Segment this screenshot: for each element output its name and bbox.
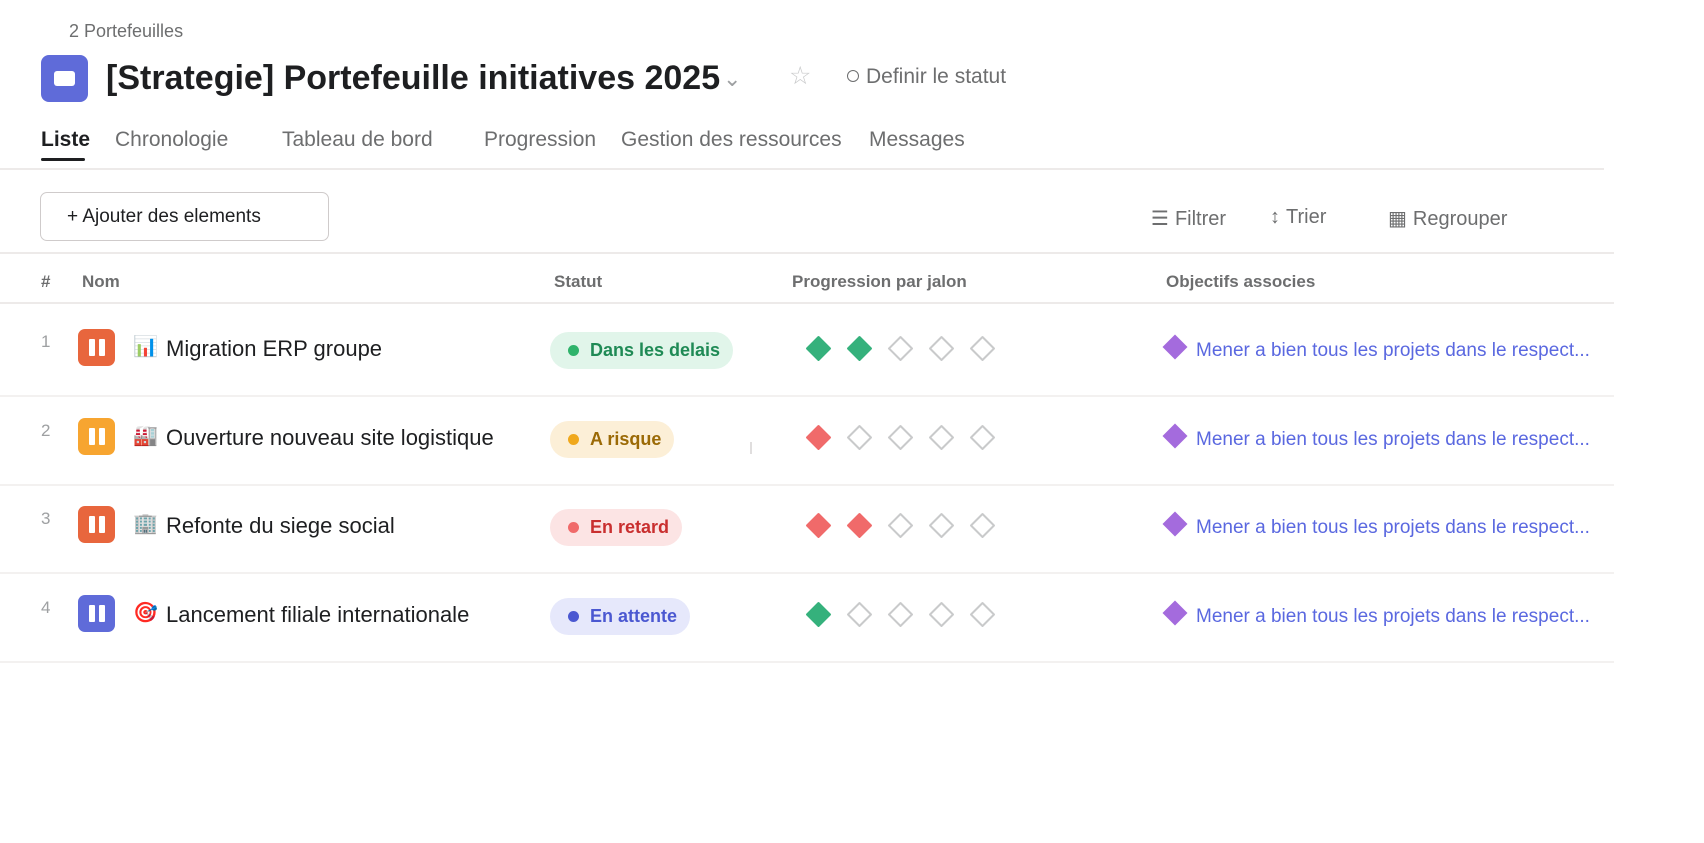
milestone-pending-icon: [970, 602, 995, 627]
goal-diamond-icon: [1162, 600, 1188, 626]
divider: [750, 442, 752, 454]
sort-icon: ↕: [1270, 206, 1280, 228]
status-label: En retard: [590, 517, 670, 537]
status-badge[interactable]: En attente: [550, 598, 691, 635]
column-header-number: #: [41, 272, 51, 291]
project-name[interactable]: Lancement filiale internationale: [166, 602, 469, 628]
breadcrumb[interactable]: 2 Portefeuilles: [69, 21, 183, 42]
row-number: 3: [41, 509, 51, 528]
chevron-down-icon[interactable]: ⌄: [723, 66, 741, 92]
row-number: 1: [41, 332, 51, 351]
pause-icon: [78, 595, 115, 632]
pause-icon: [78, 506, 115, 543]
milestone-pending-icon: [888, 425, 913, 450]
column-header-milestone-progress[interactable]: Progression par jalon: [792, 272, 967, 292]
sort-button[interactable]: ↕ Trier: [1270, 206, 1326, 229]
project-name[interactable]: Refonte du siege social: [166, 513, 395, 539]
set-status-label: Definir le statut: [866, 65, 1007, 88]
filter-label: Filtrer: [1174, 208, 1227, 230]
page-title[interactable]: [Strategie] Portefeuille initiatives 202…: [106, 59, 720, 98]
milestone-pending-icon: [847, 425, 872, 450]
milestone-pending-icon: [847, 602, 872, 627]
table-row[interactable]: 1 📊 Migration ERP groupe Dans les delais Men…: [0, 309, 1614, 397]
milestone-pending-icon: [929, 513, 954, 538]
group-icon: ▦: [1388, 208, 1407, 230]
status-badge[interactable]: A risque: [550, 421, 675, 458]
project-emoji-icon: 🏢: [133, 511, 158, 535]
table-row[interactable]: 2 🏭 Ouverture nouveau site logistique A ris…: [0, 398, 1614, 486]
group-label: Regrouper: [1412, 208, 1508, 230]
table-row[interactable]: 4 🎯 Lancement filiale internationale En att…: [0, 575, 1614, 663]
tab-gestion-des-ressources[interactable]: Gestion des ressources: [621, 128, 842, 152]
milestone-pending-icon: [929, 336, 954, 361]
status-dot-icon: [568, 611, 579, 622]
group-button[interactable]: ▦ Regrouper: [1388, 206, 1507, 231]
goal-diamond-icon: [1162, 423, 1188, 449]
table-row[interactable]: 3 🏢 Refonte du siege social En retard Mener …: [0, 486, 1614, 574]
goal-link[interactable]: Mener a bien tous les projets dans le re…: [1196, 517, 1590, 539]
column-header-name[interactable]: Nom: [82, 272, 120, 292]
milestone-pending-icon: [888, 336, 913, 361]
goal-link[interactable]: Mener a bien tous les projets dans le re…: [1196, 606, 1590, 628]
milestone-done-icon: [806, 602, 831, 627]
milestone-done-icon: [847, 336, 872, 361]
milestone-pending-icon: [929, 425, 954, 450]
milestone-done-icon: [806, 425, 831, 450]
status-dot-icon: [568, 434, 579, 445]
sort-label: Trier: [1286, 206, 1327, 228]
milestone-pending-icon: [929, 602, 954, 627]
header-divider: [0, 302, 1614, 304]
status-label: Dans les delais: [590, 340, 721, 360]
tab-liste[interactable]: Liste: [41, 128, 90, 152]
tab-bar: Liste Chronologie Tableau de bord Progre…: [0, 124, 1604, 170]
project-name[interactable]: Migration ERP groupe: [166, 336, 382, 362]
goal-link[interactable]: Mener a bien tous les projets dans le re…: [1196, 340, 1590, 362]
milestone-pending-icon: [888, 602, 913, 627]
tab-tableau-de-bord[interactable]: Tableau de bord: [282, 128, 433, 152]
milestone-done-icon: [806, 513, 831, 538]
status-badge[interactable]: Dans les delais: [550, 332, 734, 369]
title-row: [Strategie] Portefeuille initiatives 202…: [41, 54, 720, 102]
milestone-done-icon: [806, 336, 831, 361]
circle-icon: [847, 70, 859, 82]
goal-link[interactable]: Mener a bien tous les projets dans le re…: [1196, 429, 1590, 451]
tab-progression[interactable]: Progression: [484, 128, 596, 152]
project-emoji-icon: 📊: [133, 334, 158, 358]
row-number: 4: [41, 598, 51, 617]
status-badge[interactable]: En retard: [550, 509, 683, 546]
pause-icon: [78, 329, 115, 366]
status-dot-icon: [568, 345, 579, 356]
row-number: 2: [41, 421, 51, 440]
filter-icon: ☰: [1151, 208, 1169, 230]
milestone-pending-icon: [970, 425, 995, 450]
column-header-status[interactable]: Statut: [554, 272, 602, 292]
tab-messages[interactable]: Messages: [869, 128, 965, 152]
toolbar: + Ajouter des elements ☰ Filtrer ↕ Trier ▦…: [0, 170, 1614, 254]
status-label: En attente: [590, 606, 678, 626]
column-header-goals[interactable]: Objectifs associes: [1166, 272, 1315, 292]
portfolio-icon: [41, 54, 88, 102]
status-label: A risque: [590, 429, 662, 449]
milestone-done-icon: [847, 513, 872, 538]
add-elements-button[interactable]: + Ajouter des elements: [40, 192, 329, 241]
set-status-button[interactable]: Definir le statut: [847, 65, 1006, 89]
status-dot-icon: [568, 522, 579, 533]
goal-diamond-icon: [1162, 511, 1188, 537]
filter-button[interactable]: ☰ Filtrer: [1151, 206, 1226, 231]
goal-diamond-icon: [1162, 334, 1188, 360]
star-icon[interactable]: ☆: [789, 61, 811, 91]
milestone-pending-icon: [888, 513, 913, 538]
project-emoji-icon: 🏭: [133, 423, 158, 447]
project-emoji-icon: 🎯: [133, 600, 158, 624]
milestone-pending-icon: [970, 513, 995, 538]
tab-chronologie[interactable]: Chronologie: [115, 128, 228, 152]
milestone-pending-icon: [970, 336, 995, 361]
pause-icon: [78, 418, 115, 455]
active-tab-indicator: [41, 158, 85, 161]
project-name[interactable]: Ouverture nouveau site logistique: [166, 425, 494, 451]
